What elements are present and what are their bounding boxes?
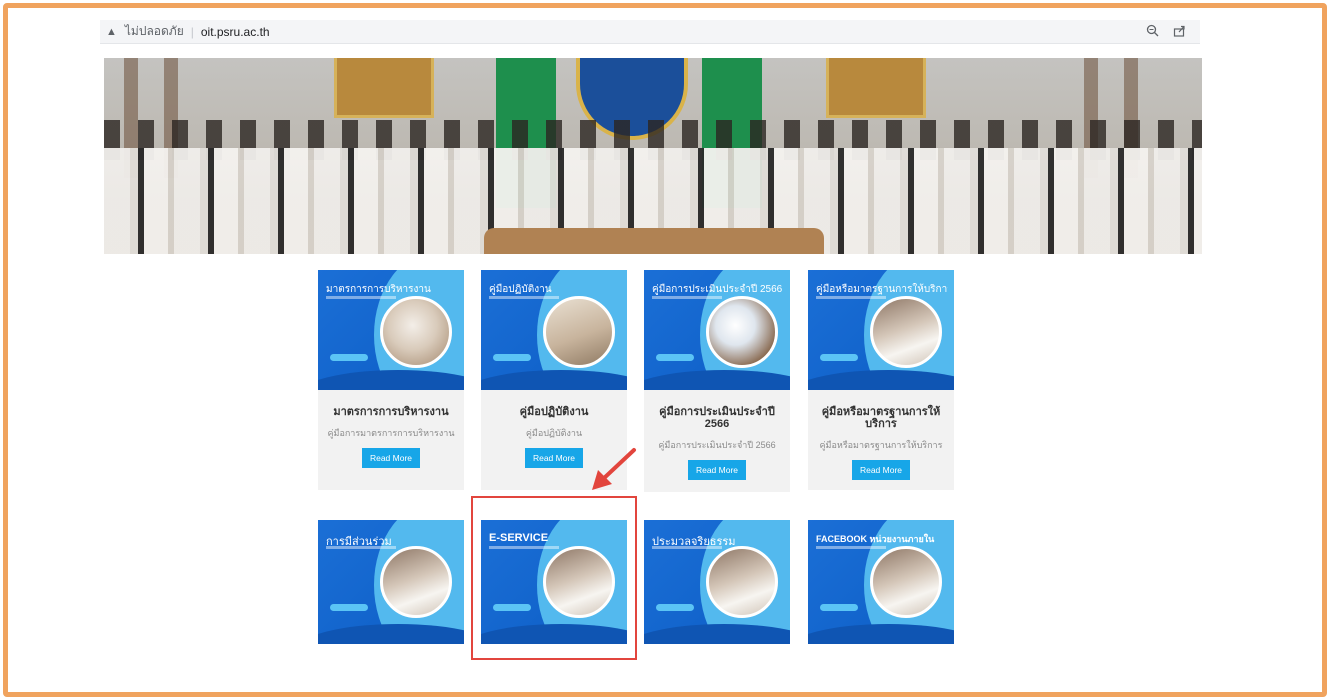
- card-title: มาตรการการบริหารงาน: [333, 406, 449, 418]
- card-description: คู่มือการประเมินประจำปี 2566: [658, 440, 776, 450]
- url-text[interactable]: oit.psru.ac.th: [201, 25, 270, 39]
- card-image-pill: [656, 604, 694, 611]
- annotation-arrow-icon: [592, 448, 636, 490]
- card-image-subtitle-line: [652, 296, 722, 299]
- card-image-pill: [820, 604, 858, 611]
- card-description: คู่มือหรือมาตรฐานการให้บริการ: [819, 440, 943, 450]
- read-more-button[interactable]: Read More: [852, 460, 910, 480]
- card-wave: [644, 370, 790, 390]
- card-image-pill: [656, 354, 694, 361]
- card-image-subtitle-line: [326, 296, 396, 299]
- card-image[interactable]: การมีส่วนร่วม: [318, 520, 464, 644]
- card-image-subtitle-line: [816, 546, 886, 549]
- share-icon[interactable]: [1173, 24, 1186, 40]
- card-photo-circle: [870, 546, 942, 618]
- card-wave: [808, 370, 954, 390]
- card-image-pill: [820, 354, 858, 361]
- card-wave: [808, 624, 954, 644]
- card-image[interactable]: มาตรการการบริหารงาน: [318, 270, 464, 390]
- card-image-pill: [330, 354, 368, 361]
- card-image-title: คู่มือการประเมินประจำปี 2566: [652, 284, 783, 295]
- card-service-standard[interactable]: คู่มือหรือมาตรฐานการให้บริการ คู่มือหรือ…: [808, 270, 954, 490]
- card-image-subtitle-line: [489, 296, 559, 299]
- card-wave: [318, 370, 464, 390]
- card-annual-evaluation[interactable]: คู่มือการประเมินประจำปี 2566 คู่มือการปร…: [644, 270, 790, 492]
- card-photo-circle: [706, 546, 778, 618]
- card-image-subtitle-line: [816, 296, 886, 299]
- card-image[interactable]: FACEBOOK หน่วยงานภายใน: [808, 520, 954, 644]
- address-bar-actions: [1146, 24, 1186, 40]
- highlight-box-e-service: [471, 496, 637, 660]
- portrait-frame: [826, 58, 926, 118]
- card-description: คู่มือปฏิบัติงาน: [525, 428, 583, 438]
- card-wave: [318, 624, 464, 644]
- card-description: คู่มือการมาตรการการบริหารงาน: [327, 428, 455, 438]
- card-body: คู่มือการประเมินประจำปี 2566 คู่มือการปร…: [644, 390, 790, 492]
- card-code-of-ethics[interactable]: ประมวลจริยธรรม: [644, 520, 790, 644]
- address-separator: |: [190, 24, 194, 39]
- warning-triangle-icon: ▲: [106, 25, 117, 38]
- card-photo-circle: [870, 296, 942, 368]
- card-image-subtitle-line: [326, 546, 396, 549]
- card-photo-circle: [380, 546, 452, 618]
- zoom-icon[interactable]: [1146, 24, 1159, 40]
- card-facebook-units[interactable]: FACEBOOK หน่วยงานภายใน: [808, 520, 954, 644]
- card-photo-circle: [543, 296, 615, 368]
- card-image[interactable]: คู่มือการประเมินประจำปี 2566: [644, 270, 790, 390]
- card-title: คู่มือหรือมาตรฐานการให้บริการ: [821, 406, 941, 430]
- card-image-title: คู่มือปฏิบัติงาน: [489, 284, 552, 295]
- card-title: คู่มือการประเมินประจำปี 2566: [659, 406, 775, 430]
- card-image[interactable]: ประมวลจริยธรรม: [644, 520, 790, 644]
- card-image-pill: [330, 604, 368, 611]
- card-image-pill: [493, 354, 531, 361]
- card-image-subtitle-line: [652, 546, 722, 549]
- not-secure-label: ไม่ปลอดภัย: [124, 24, 184, 38]
- card-image-title: มาตรการการบริหารงาน: [326, 284, 431, 295]
- card-photo-circle: [706, 296, 778, 368]
- read-more-button[interactable]: Read More: [688, 460, 746, 480]
- card-body: มาตรการการบริหารงาน คู่มือการมาตรการการบ…: [318, 390, 464, 490]
- card-participation[interactable]: การมีส่วนร่วม: [318, 520, 464, 644]
- card-photo-circle: [380, 296, 452, 368]
- card-title: คู่มือปฏิบัติงาน: [519, 406, 589, 418]
- browser-address-bar[interactable]: ▲ ไม่ปลอดภัย | oit.psru.ac.th: [100, 20, 1200, 44]
- card-management-measures[interactable]: มาตรการการบริหารงาน มาตรการการบริหารงาน …: [318, 270, 464, 490]
- banner-group-photo: [104, 58, 1202, 254]
- card-wave: [481, 370, 627, 390]
- card-wave: [644, 624, 790, 644]
- read-more-button[interactable]: Read More: [362, 448, 420, 468]
- card-image[interactable]: คู่มือหรือมาตรฐานการให้บริการ: [808, 270, 954, 390]
- read-more-button[interactable]: Read More: [525, 448, 583, 468]
- portrait-frame: [334, 58, 434, 118]
- card-image-title: FACEBOOK หน่วยงานภายใน: [816, 534, 935, 544]
- card-body: คู่มือหรือมาตรฐานการให้บริการ คู่มือหรือ…: [808, 390, 954, 490]
- card-image[interactable]: คู่มือปฏิบัติงาน: [481, 270, 627, 390]
- card-image-title: คู่มือหรือมาตรฐานการให้บริการ: [816, 284, 948, 295]
- conference-table: [484, 228, 824, 254]
